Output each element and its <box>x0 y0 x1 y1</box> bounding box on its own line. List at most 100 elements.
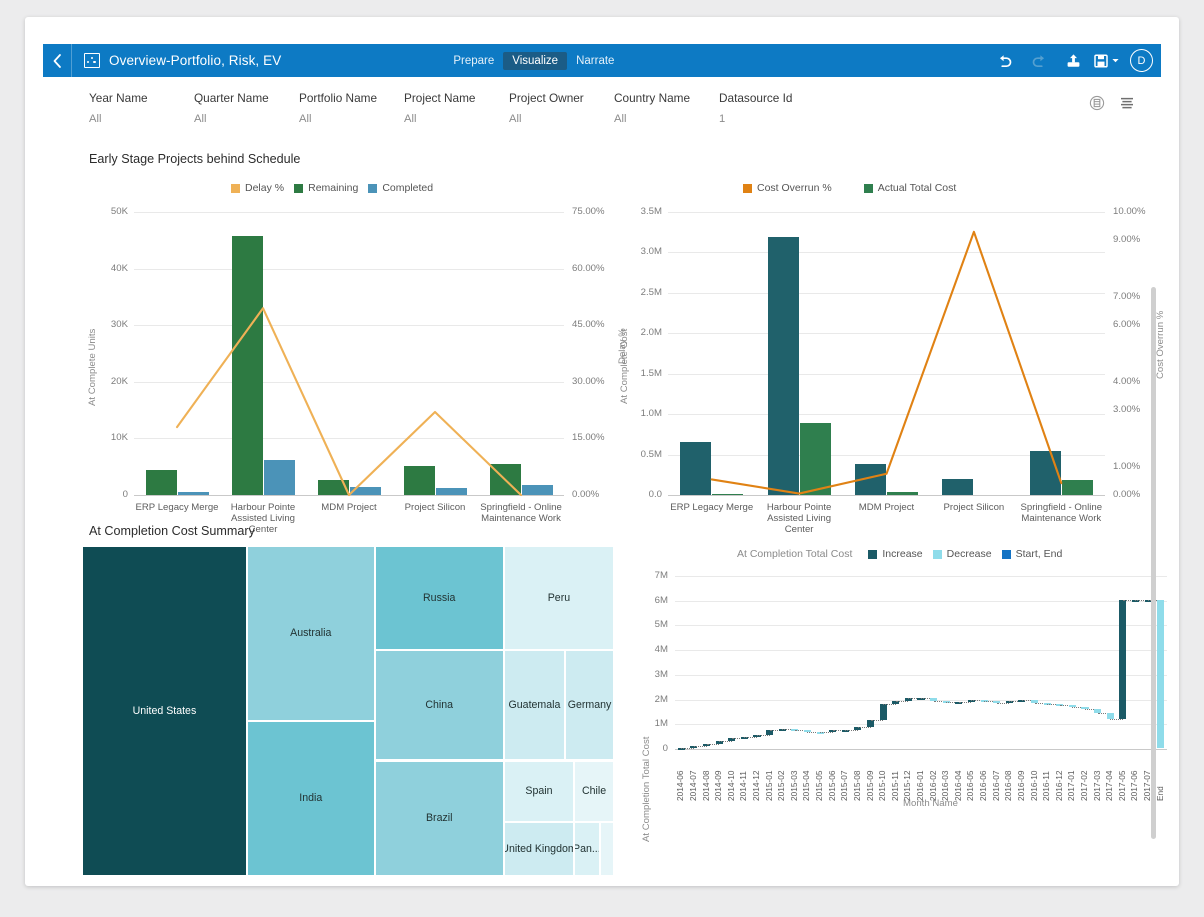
bar-completed-1[interactable] <box>264 460 295 495</box>
treemap-tile-united-kingdom[interactable]: United Kingdom <box>504 822 574 876</box>
treemap-tile-pan-[interactable]: Pan... <box>574 822 600 876</box>
list-menu-icon <box>1119 95 1135 111</box>
undo-button[interactable] <box>988 44 1022 77</box>
waterfall-connector <box>681 748 694 749</box>
bar-actual-total-cost-1[interactable] <box>800 423 831 495</box>
x-tick-label: MDM Project <box>306 502 392 513</box>
waterfall-bar-2015-10[interactable] <box>880 704 887 720</box>
treemap-tile-guatemala[interactable]: Guatemala <box>504 650 565 761</box>
waterfall-bar-2015-09[interactable] <box>867 720 874 727</box>
filter-country-name[interactable]: Country Name All <box>614 91 719 125</box>
y-tick-label: 0.5M <box>613 449 662 460</box>
avatar[interactable]: D <box>1130 49 1153 72</box>
legend-item-cost-overrun[interactable]: Cost Overrun % <box>743 182 832 194</box>
chart1-y-axis-title: At Complete Units <box>87 329 98 406</box>
bar-completed-3[interactable] <box>436 488 467 495</box>
chart-early-stage-schedule[interactable]: Delay % Remaining Completed At Complete … <box>81 174 621 524</box>
legend-item-start-end[interactable]: Start, End <box>1002 548 1063 560</box>
bar-remaining-4[interactable] <box>490 464 521 495</box>
y-tick-label: 2.0M <box>613 327 662 338</box>
legend-label-completed: Completed <box>382 182 433 194</box>
bar-remaining-0[interactable] <box>146 470 177 495</box>
treemap-tile-germany[interactable]: Germany <box>565 650 614 761</box>
legend-swatch-delay <box>231 184 240 193</box>
bar-at-complete-cost-4[interactable] <box>1030 451 1061 495</box>
treemap-tile-united-states[interactable]: United States <box>82 546 247 876</box>
legend-swatch-actual-total-cost <box>864 184 873 193</box>
tab-narrate[interactable]: Narrate <box>567 52 623 70</box>
bar-at-complete-cost-2[interactable] <box>855 464 886 495</box>
data-source-button[interactable] <box>1089 95 1105 111</box>
gridline <box>134 495 564 496</box>
gridline <box>675 625 1167 626</box>
back-button[interactable] <box>43 44 72 77</box>
waterfall-connector <box>719 741 732 742</box>
mode-tabs: Prepare Visualize Narrate <box>444 52 623 70</box>
filter-project-name[interactable]: Project Name All <box>404 91 509 125</box>
filter-value: All <box>89 113 194 125</box>
x-tick-label: 2017-02 <box>1079 755 1091 801</box>
treemap-tile-label: Australia <box>287 627 334 639</box>
gridline <box>134 212 564 213</box>
bar-completed-2[interactable] <box>350 487 381 495</box>
legend-item-actual-total-cost[interactable]: Actual Total Cost <box>864 182 957 194</box>
x-tick-label: 2017-03 <box>1092 755 1104 801</box>
chart1-plot-area[interactable] <box>134 212 564 495</box>
y-tick-label: 0 <box>81 489 128 500</box>
legend-item-delay[interactable]: Delay % <box>231 182 284 194</box>
filter-value: All <box>299 113 404 125</box>
waterfall-bar-end[interactable] <box>1157 600 1164 749</box>
bar-completed-4[interactable] <box>522 485 553 495</box>
chart-cost-overrun[interactable]: Cost Overrun % Actual Total Cost At Comp… <box>613 174 1161 524</box>
bar-completed-0[interactable] <box>178 492 209 495</box>
bar-actual-total-cost-2[interactable] <box>887 492 918 495</box>
list-menu-button[interactable] <box>1119 95 1135 111</box>
bar-remaining-2[interactable] <box>318 480 349 495</box>
treemap-tile-chile[interactable]: Chile <box>574 761 614 822</box>
x-tick-label: 2016-02 <box>928 755 940 801</box>
bar-at-complete-cost-1[interactable] <box>768 237 799 495</box>
waterfall-plot-area[interactable] <box>675 576 1167 749</box>
treemap-tile-russia[interactable]: Russia <box>375 546 504 650</box>
treemap-tile-india[interactable]: India <box>247 721 375 876</box>
bar-remaining-1[interactable] <box>232 236 263 495</box>
chart2-plot-area[interactable] <box>668 212 1105 495</box>
treemap-tile-unlabeled[interactable] <box>600 822 614 876</box>
chart-at-completion-total-cost[interactable]: At Completion Total Cost Increase Decrea… <box>635 542 1161 882</box>
treemap-tile-china[interactable]: China <box>375 650 504 761</box>
tab-prepare[interactable]: Prepare <box>444 52 503 70</box>
legend-item-increase[interactable]: Increase <box>868 548 922 560</box>
legend-item-completed[interactable]: Completed <box>368 182 433 194</box>
vertical-scrollbar[interactable] <box>1151 287 1156 839</box>
gridline <box>668 374 1105 375</box>
x-tick-label: 2016-03 <box>940 755 952 801</box>
filter-portfolio-name[interactable]: Portfolio Name All <box>299 91 404 125</box>
share-button[interactable] <box>1056 44 1090 77</box>
filter-datasource-id[interactable]: Datasource Id 1 <box>719 91 824 125</box>
bar-actual-total-cost-0[interactable] <box>712 494 743 495</box>
waterfall-bar-2017-05[interactable] <box>1119 600 1126 720</box>
filter-project-owner[interactable]: Project Owner All <box>509 91 614 125</box>
tab-visualize[interactable]: Visualize <box>503 52 567 70</box>
bar-actual-total-cost-4[interactable] <box>1062 480 1093 495</box>
x-tick-label: 2014-08 <box>701 755 713 801</box>
treemap-tile-peru[interactable]: Peru <box>504 546 614 650</box>
filter-year-name[interactable]: Year Name All <box>89 91 194 125</box>
bar-remaining-3[interactable] <box>404 466 435 495</box>
toolbar-actions: D <box>988 44 1161 77</box>
treemap-tile-brazil[interactable]: Brazil <box>375 761 504 877</box>
chart-cost-by-country-treemap[interactable]: United StatesAustraliaIndiaRussiaPeruChi… <box>82 546 614 876</box>
y2-tick-label: 30.00% <box>572 376 605 387</box>
save-button[interactable] <box>1090 44 1124 77</box>
waterfall-legend-title: At Completion Total Cost <box>737 548 852 560</box>
filter-quarter-name[interactable]: Quarter Name All <box>194 91 299 125</box>
legend-item-remaining[interactable]: Remaining <box>294 182 358 194</box>
redo-button[interactable] <box>1022 44 1056 77</box>
bar-at-complete-cost-0[interactable] <box>680 442 711 495</box>
legend-swatch-start-end <box>1002 550 1011 559</box>
bar-at-complete-cost-3[interactable] <box>942 479 973 495</box>
scatter-plot-icon <box>84 53 100 68</box>
treemap-tile-australia[interactable]: Australia <box>247 546 375 721</box>
treemap-tile-spain[interactable]: Spain <box>504 761 574 822</box>
legend-item-decrease[interactable]: Decrease <box>933 548 992 560</box>
